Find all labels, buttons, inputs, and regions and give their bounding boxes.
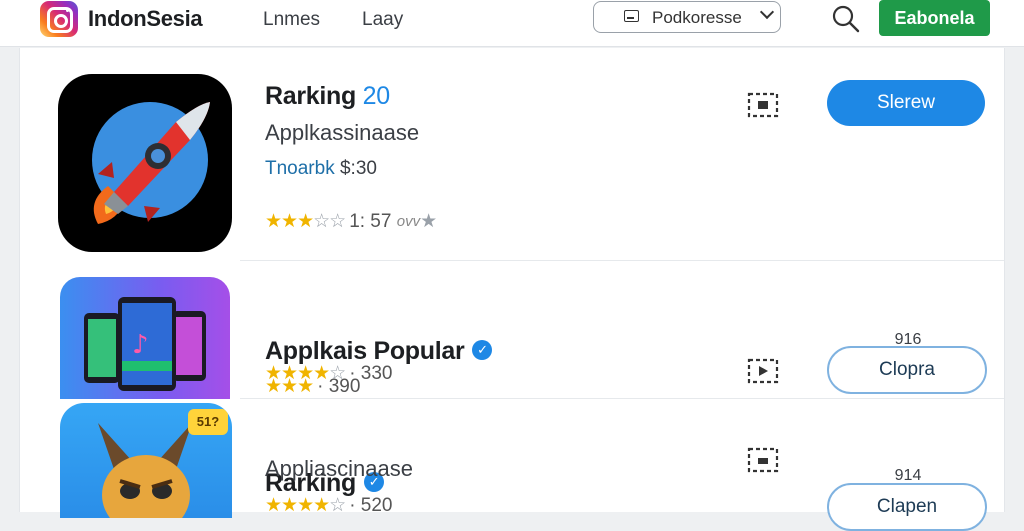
verified-badge-icon: ✓ xyxy=(472,340,493,361)
music-phones-app-icon[interactable]: ♪ xyxy=(60,277,230,399)
screenshot-preview-icon[interactable] xyxy=(746,356,780,386)
dropdown-label: Podkoresse xyxy=(652,8,742,27)
star-rating-icon: ★★★★☆ xyxy=(265,495,346,516)
app-rating: ★★★☆☆ 1: 57 ovv ★ xyxy=(265,210,438,233)
rank-number: 20 xyxy=(362,82,391,110)
top-action-button[interactable]: Eabonela xyxy=(879,0,990,36)
open-button[interactable]: Clopra xyxy=(827,346,987,394)
list-item[interactable]: Rarking 20 Applkassinaase Tnoarbk $:30 ★… xyxy=(20,48,1004,258)
nav-link-2[interactable]: Laay xyxy=(362,9,403,31)
list-item[interactable]: 51? Rarking ✓ 914 Clapen xyxy=(20,399,1004,531)
open-button[interactable]: Clapen xyxy=(827,483,987,531)
star-rating-icon: ★★★☆☆ xyxy=(265,211,346,232)
star-rating-icon: ★★★★☆ xyxy=(265,363,346,384)
screenshot-preview-icon[interactable] xyxy=(746,90,780,120)
brand-name[interactable]: IndonSesia xyxy=(88,6,203,32)
instagram-logo-icon[interactable] xyxy=(40,1,78,37)
search-icon[interactable] xyxy=(831,4,861,34)
screenshot-preview-icon[interactable] xyxy=(746,445,780,475)
app-badge: 51? xyxy=(188,409,228,435)
monitor-icon xyxy=(624,10,639,22)
svg-text:♪: ♪ xyxy=(132,330,149,360)
chevron-down-icon xyxy=(759,4,775,20)
app-title[interactable]: Rarking 20 xyxy=(265,82,390,111)
rocket-app-icon[interactable] xyxy=(58,74,232,252)
top-navigation-bar: IndonSesia Lnmes Laay Podkoresse Eabonel… xyxy=(0,0,1024,47)
app-subtitle: Appliascinaase xyxy=(265,456,413,481)
nav-link-1[interactable]: Lnmes xyxy=(263,9,320,31)
app-price: Tnoarbk $:30 xyxy=(265,158,377,179)
fox-character-app-icon[interactable]: 51? xyxy=(60,403,232,518)
app-ranking-list: Rarking 20 Applkassinaase Tnoarbk $:30 ★… xyxy=(19,48,1005,531)
category-dropdown[interactable]: Podkoresse xyxy=(593,1,781,33)
app-subtitle: Applkassinaase xyxy=(265,120,420,145)
app-rating-secondary: ★★★★☆ · 330 xyxy=(265,362,393,385)
list-item[interactable]: ♪ Applkais Popular ✓ ★★★ · 390 916 Clopra xyxy=(20,261,1004,399)
view-button[interactable]: Slerew xyxy=(827,80,985,126)
app-rating: ★★★★☆ · 520 xyxy=(265,494,393,517)
